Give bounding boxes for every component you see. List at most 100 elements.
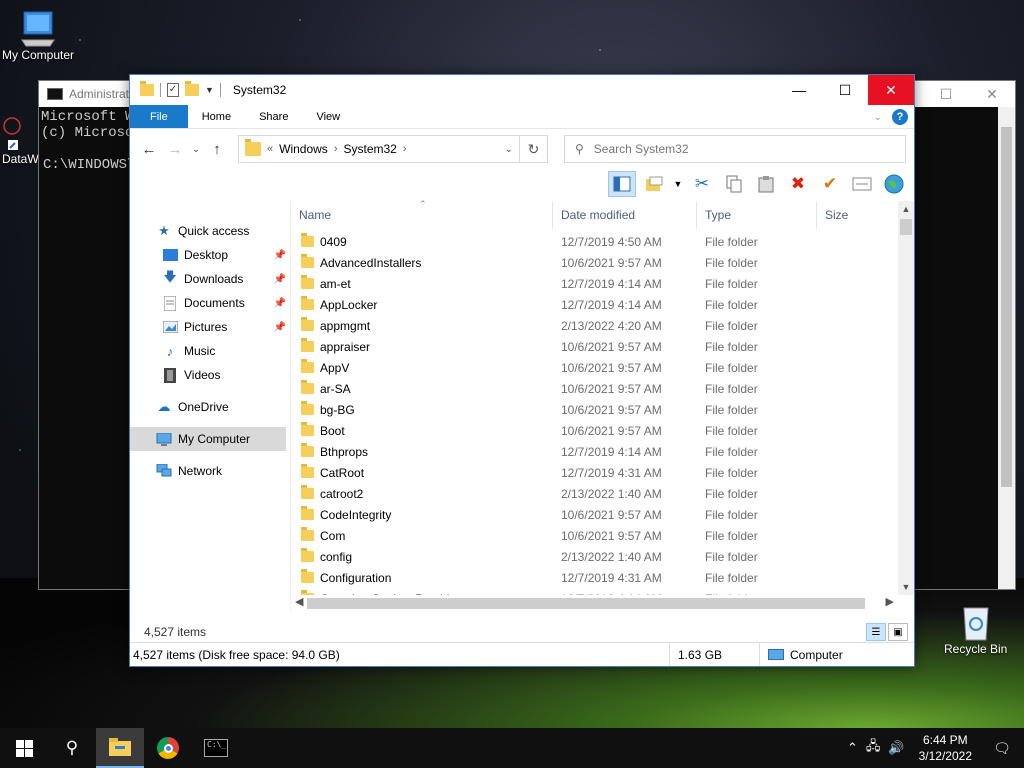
properties-icon[interactable]: ✓: [167, 83, 179, 97]
expand-ribbon-icon[interactable]: ⌄: [874, 112, 882, 123]
up-button[interactable]: ↑: [206, 141, 228, 158]
scroll-up-arrow[interactable]: ▲: [898, 201, 914, 217]
desktop-icon-my-computer[interactable]: My Computer: [2, 8, 74, 62]
address-dropdown-icon[interactable]: ⌄: [505, 144, 513, 155]
minimize-button[interactable]: —: [776, 75, 822, 105]
column-header-type[interactable]: Type: [697, 201, 817, 229]
search-input[interactable]: [593, 142, 905, 156]
table-row[interactable]: 0409 12/7/2019 4:50 AM File folder: [291, 231, 914, 252]
chevron-right-icon[interactable]: ›: [403, 143, 407, 155]
volume-icon[interactable]: 🔊: [888, 740, 904, 756]
cmd-close-button[interactable]: ✕: [969, 81, 1015, 107]
back-button[interactable]: ←: [138, 141, 160, 158]
clock[interactable]: 6:44 PM 3/12/2022: [919, 732, 972, 764]
table-row[interactable]: AppLocker 12/7/2019 4:14 AM File folder: [291, 294, 914, 315]
scroll-thumb[interactable]: [900, 219, 912, 235]
details-view-icon[interactable]: ☰: [866, 623, 886, 641]
search-box[interactable]: ⚲: [564, 135, 906, 163]
table-row[interactable]: AdvancedInstallers 10/6/2021 9:57 AM File …: [291, 252, 914, 273]
table-row[interactable]: Bthprops 12/7/2019 4:14 AM File folder: [291, 441, 914, 462]
close-button[interactable]: ✕: [868, 75, 914, 105]
table-row[interactable]: am-et 12/7/2019 4:14 AM File folder: [291, 273, 914, 294]
pin-icon[interactable]: 📌: [274, 250, 286, 261]
nav-my-computer[interactable]: My Computer: [130, 427, 286, 451]
table-row[interactable]: CodeIntegrity 10/6/2021 9:57 AM File folde…: [291, 504, 914, 525]
sort-up-icon: ⌃: [419, 199, 427, 209]
horizontal-scrollbar[interactable]: ◀ ▶: [291, 595, 914, 611]
taskbar-file-explorer[interactable]: [96, 728, 144, 768]
table-row[interactable]: AppV 10/6/2021 9:57 AM File folder: [291, 357, 914, 378]
taskbar-command-prompt[interactable]: C:\_: [192, 728, 240, 768]
cmd-scrollbar[interactable]: [998, 107, 1015, 589]
nav-documents[interactable]: Documents 📌: [130, 291, 290, 315]
table-row[interactable]: Com 10/6/2021 9:57 AM File folder: [291, 525, 914, 546]
nav-music[interactable]: ♪ Music: [130, 339, 290, 363]
search-button[interactable]: ⚲: [48, 728, 96, 768]
scroll-down-arrow[interactable]: ▼: [898, 579, 914, 595]
cut-icon[interactable]: ✂: [688, 171, 716, 197]
pin-icon[interactable]: 📌: [274, 298, 286, 309]
pictures-icon: [162, 319, 178, 335]
large-icons-view-icon[interactable]: ▣: [888, 623, 908, 641]
table-row[interactable]: Configuration 12/7/2019 4:31 AM File folde…: [291, 567, 914, 588]
paste-icon[interactable]: [752, 171, 780, 197]
chevron-up-icon[interactable]: ⌃: [847, 740, 858, 756]
nav-downloads[interactable]: 🡇 Downloads 📌: [130, 267, 290, 291]
globe-icon[interactable]: [880, 171, 908, 197]
properties-icon[interactable]: [848, 171, 876, 197]
copy-icon[interactable]: [720, 171, 748, 197]
overflow-chevron[interactable]: «: [267, 143, 273, 155]
table-row[interactable]: ar-SA 10/6/2021 9:57 AM File folder: [291, 378, 914, 399]
scroll-left-arrow[interactable]: ◀: [295, 595, 303, 608]
maximize-button[interactable]: ☐: [822, 75, 868, 105]
view-options-icon[interactable]: [640, 171, 668, 197]
tab-view[interactable]: View: [302, 105, 354, 128]
nav-quick-access[interactable]: ★ Quick access: [130, 219, 290, 243]
nav-pictures[interactable]: Pictures 📌: [130, 315, 290, 339]
explorer-titlebar[interactable]: ✓ ▼ System32 — ☐ ✕: [130, 75, 914, 105]
refresh-icon[interactable]: ↻: [519, 136, 547, 162]
vertical-scrollbar[interactable]: ▲ ▼: [898, 201, 914, 595]
chevron-down-icon[interactable]: ▼: [672, 171, 684, 197]
help-icon[interactable]: ?: [892, 109, 908, 125]
table-row[interactable]: appraiser 10/6/2021 9:57 AM File folder: [291, 336, 914, 357]
nav-onedrive[interactable]: ☁ OneDrive: [130, 395, 290, 419]
network-icon[interactable]: 🖧: [866, 737, 881, 759]
desktop-icon-dataw[interactable]: DataW: [2, 112, 39, 166]
preview-pane-icon[interactable]: [608, 171, 636, 197]
delete-icon[interactable]: ✖: [784, 171, 812, 197]
forward-button[interactable]: →: [164, 141, 186, 158]
customize-qat-icon[interactable]: ▼: [205, 85, 214, 95]
column-header-date[interactable]: Date modified: [553, 201, 697, 229]
scroll-right-arrow[interactable]: ▶: [886, 595, 894, 608]
scroll-thumb[interactable]: [307, 598, 865, 609]
desktop-icon-recycle-bin[interactable]: Recycle Bin: [944, 602, 1007, 656]
file-explorer-window[interactable]: ✓ ▼ System32 — ☐ ✕ File Home Share View …: [129, 74, 915, 667]
breadcrumb-windows[interactable]: Windows: [279, 142, 328, 156]
address-bar[interactable]: « Windows › System32 › ⌄ ↻: [238, 135, 548, 163]
nav-desktop[interactable]: Desktop 📌: [130, 243, 290, 267]
nav-videos[interactable]: Videos: [130, 363, 290, 387]
notification-icon[interactable]: 🗨: [980, 740, 1024, 757]
new-folder-icon[interactable]: [185, 81, 199, 96]
taskbar-chrome[interactable]: [144, 728, 192, 768]
tab-share[interactable]: Share: [245, 105, 302, 128]
table-row[interactable]: appmgmt 2/13/2022 4:20 AM File folder: [291, 315, 914, 336]
tab-home[interactable]: Home: [188, 105, 245, 128]
table-row[interactable]: config 2/13/2022 1:40 AM File folder: [291, 546, 914, 567]
column-header-size[interactable]: Size: [817, 201, 887, 229]
recent-locations-button[interactable]: ⌄: [190, 144, 202, 155]
table-row[interactable]: CatRoot 12/7/2019 4:31 AM File folder: [291, 462, 914, 483]
table-row[interactable]: catroot2 2/13/2022 1:40 AM File folder: [291, 483, 914, 504]
pin-icon[interactable]: 📌: [274, 322, 286, 333]
start-button[interactable]: [0, 728, 48, 768]
table-row[interactable]: Boot 10/6/2021 9:57 AM File folder: [291, 420, 914, 441]
tab-file[interactable]: File: [130, 105, 188, 128]
table-row[interactable]: bg-BG 10/6/2021 9:57 AM File folder: [291, 399, 914, 420]
breadcrumb-system32[interactable]: System32: [343, 142, 396, 156]
rename-check-icon[interactable]: ✔: [816, 171, 844, 197]
chevron-right-icon[interactable]: ›: [334, 143, 338, 155]
cmd-maximize-button[interactable]: ☐: [923, 81, 969, 107]
pin-icon[interactable]: 📌: [274, 274, 286, 285]
nav-network[interactable]: Network: [130, 459, 290, 483]
